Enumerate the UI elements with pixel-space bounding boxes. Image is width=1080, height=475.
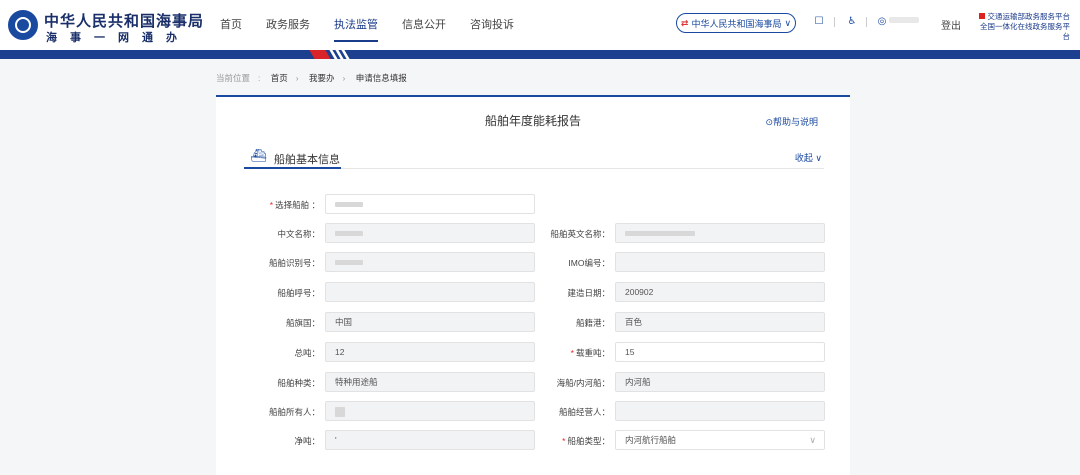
- divider: [866, 17, 867, 27]
- logout-link[interactable]: 登出: [941, 17, 961, 32]
- flag-state-field[interactable]: 中国: [325, 312, 535, 332]
- flag-icon: [978, 13, 985, 19]
- field-label: 船籍港：: [575, 318, 610, 328]
- ship-type-select[interactable]: 内河航行船舶 ∨: [615, 430, 825, 450]
- nav-info-public[interactable]: 信息公开: [402, 16, 446, 42]
- imo-field[interactable]: [615, 252, 825, 272]
- ship-kind-field[interactable]: 特种用途船: [325, 372, 535, 392]
- user-icon[interactable]: ◎: [876, 16, 888, 28]
- field-label: 净吨：: [294, 436, 320, 446]
- switch-icon: ⇄: [680, 17, 689, 28]
- select-ship-label: * 选择船舶 ：: [269, 200, 320, 210]
- sea-inland-field[interactable]: 内河船: [615, 372, 825, 392]
- brand-title[interactable]: 中华人民共和国海事局: [44, 10, 204, 31]
- brand-subtitle: 海事一网通办: [46, 32, 190, 44]
- form-card: 船舶年度能耗报告 ⊙帮助与说明 ⛴ 船舶基本信息 收起 ∨ * 选择船舶 ： 中文…: [216, 95, 850, 475]
- nav-enforcement[interactable]: 执法监管: [334, 16, 378, 42]
- call-sign-field[interactable]: [325, 282, 535, 302]
- breadcrumb-home[interactable]: 首页: [271, 73, 288, 83]
- help-link[interactable]: ⊙帮助与说明: [765, 115, 818, 128]
- chevron-down-icon: ∨: [809, 435, 816, 445]
- field-label: 船舶经营人：: [558, 407, 610, 417]
- field-label: 船舶种类：: [277, 378, 320, 388]
- field-label: IMO编号：: [568, 258, 610, 268]
- nav-gov-service[interactable]: 政务服务: [266, 16, 310, 42]
- field-label: 船舶识别号：: [268, 258, 320, 268]
- accessibility-icon[interactable]: ♿: [846, 16, 858, 28]
- page-title: 船舶年度能耗报告: [484, 114, 581, 128]
- port-of-registry-field[interactable]: 百色: [615, 312, 825, 332]
- gross-tonnage-field[interactable]: 12: [325, 342, 535, 362]
- field-label: 总吨：: [294, 348, 320, 358]
- msa-logo-icon[interactable]: [8, 10, 38, 40]
- collapse-toggle[interactable]: 收起 ∨: [795, 151, 822, 164]
- nav-home[interactable]: 首页: [220, 16, 242, 42]
- select-ship-field[interactable]: [325, 194, 535, 214]
- region-selector[interactable]: ⇄ 中华人民共和国海事局 ∨: [676, 13, 796, 33]
- top-header: 中华人民共和国海事局 海事一网通办 首页 政务服务 执法监管 信息公开 咨询投诉…: [0, 0, 1080, 50]
- deadweight-field[interactable]: 15: [615, 342, 825, 362]
- main-nav: 首页 政务服务 执法监管 信息公开 咨询投诉: [220, 16, 514, 42]
- ship-icon: ⛴: [250, 148, 267, 163]
- field-label: 中文名称：: [277, 229, 320, 239]
- net-tonnage-field[interactable]: ': [325, 430, 535, 450]
- user-name[interactable]: [889, 17, 919, 23]
- operator-field[interactable]: [615, 401, 825, 421]
- field-label: 船舶所有人：: [268, 407, 320, 417]
- section-title: 船舶基本信息: [274, 154, 340, 166]
- section-header: ⛴ 船舶基本信息 收起 ∨: [244, 139, 824, 169]
- breadcrumb: 当前位置: 首页 › 我要办 › 申请信息填报: [216, 73, 407, 83]
- field-label: 海船/内河船：: [556, 378, 610, 388]
- field-label: * 载重吨：: [570, 348, 610, 358]
- breadcrumb-current: 申请信息填报: [355, 73, 407, 83]
- message-icon[interactable]: ☐: [813, 16, 825, 28]
- nav-consult[interactable]: 咨询投诉: [470, 16, 514, 42]
- field-label: * 船舶类型：: [562, 436, 610, 446]
- region-label: 中华人民共和国海事局: [691, 18, 782, 29]
- promo-text[interactable]: 交通运输部政务服务平台 全国一体化在线政务服务平台: [974, 12, 1070, 42]
- build-date-field[interactable]: 200902: [615, 282, 825, 302]
- chevron-down-icon: ∨: [784, 17, 792, 28]
- breadcrumb-todo[interactable]: 我要办: [309, 73, 335, 83]
- ship-id-field[interactable]: [325, 252, 535, 272]
- owner-field[interactable]: [325, 401, 535, 421]
- chinese-name-field[interactable]: [325, 223, 535, 243]
- field-label: 船旗国：: [285, 318, 320, 328]
- field-label: 船舶英文名称：: [550, 229, 610, 239]
- header-stripe: [0, 50, 1080, 59]
- english-name-field[interactable]: [615, 223, 825, 243]
- divider: [834, 17, 835, 27]
- help-icon: ⊙: [765, 117, 773, 127]
- section-underline: [244, 167, 341, 169]
- field-label: 船舶呼号：: [277, 288, 320, 298]
- field-label: 建造日期：: [567, 288, 610, 298]
